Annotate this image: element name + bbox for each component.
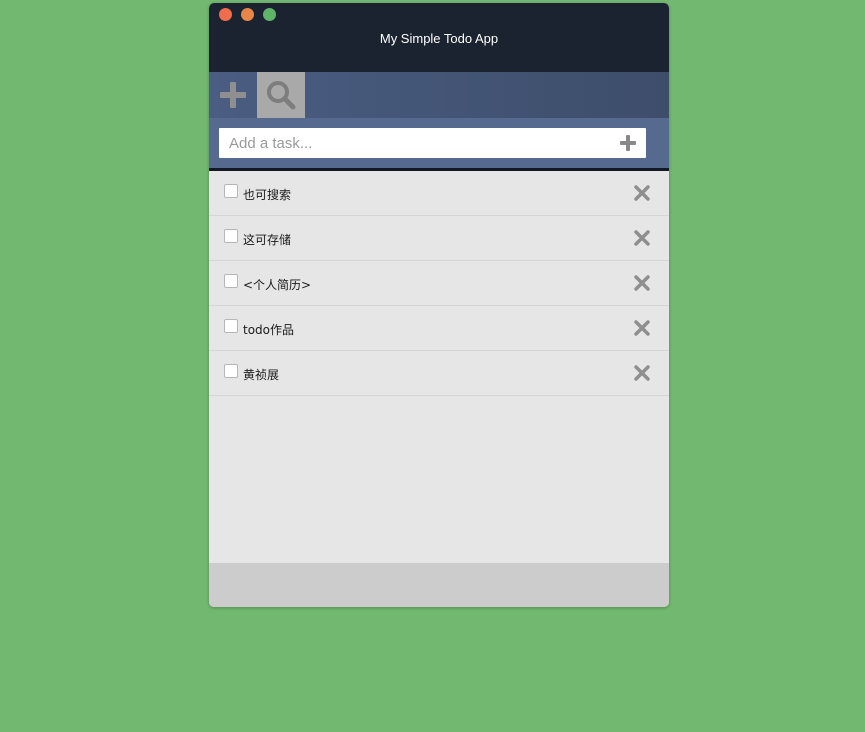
search-mode-button[interactable] <box>257 72 305 118</box>
title-bar: My Simple Todo App <box>209 3 669 72</box>
window-controls <box>219 8 276 21</box>
delete-button[interactable] <box>633 364 651 382</box>
task-input[interactable] <box>219 128 609 158</box>
todo-checkbox[interactable] <box>224 274 238 288</box>
todo-checkbox[interactable] <box>224 184 238 198</box>
todo-checkbox[interactable] <box>224 229 238 243</box>
app-window: My Simple Todo App Add a task... 也可搜索 这可… <box>209 3 669 607</box>
delete-button[interactable] <box>633 229 651 247</box>
close-icon <box>634 320 650 336</box>
todo-label: <个人简历> <box>243 278 312 292</box>
close-icon <box>634 275 650 291</box>
delete-button[interactable] <box>633 319 651 337</box>
close-icon <box>634 185 650 201</box>
search-icon <box>267 81 296 110</box>
task-input-bar <box>209 118 669 171</box>
toolbar <box>209 72 669 118</box>
todo-label: todo作品 <box>243 323 295 337</box>
minimize-window-button[interactable] <box>241 8 254 21</box>
task-input-wrapper <box>219 128 646 158</box>
close-icon <box>634 230 650 246</box>
close-window-button[interactable] <box>219 8 232 21</box>
todo-label: 这可存储 <box>243 233 292 247</box>
list-item: todo作品 <box>209 306 669 351</box>
plus-icon <box>220 82 246 108</box>
delete-button[interactable] <box>633 274 651 292</box>
add-task-button[interactable] <box>618 133 638 153</box>
todo-list: 也可搜索 这可存储 <个人简历> todo作品 黄祯展 <box>209 171 669 563</box>
window-title: My Simple Todo App <box>379 31 499 46</box>
delete-button[interactable] <box>633 184 651 202</box>
close-icon <box>634 365 650 381</box>
list-item: 这可存储 <box>209 216 669 261</box>
todo-label: 黄祯展 <box>243 368 280 382</box>
list-item: 黄祯展 <box>209 351 669 396</box>
list-item: <个人简历> <box>209 261 669 306</box>
todo-checkbox[interactable] <box>224 319 238 333</box>
todo-label: 也可搜索 <box>243 188 292 202</box>
todo-checkbox[interactable] <box>224 364 238 378</box>
footer-bar <box>209 563 669 607</box>
maximize-window-button[interactable] <box>263 8 276 21</box>
add-mode-button[interactable] <box>209 72 257 118</box>
list-item: 也可搜索 <box>209 171 669 216</box>
plus-icon <box>620 135 636 151</box>
